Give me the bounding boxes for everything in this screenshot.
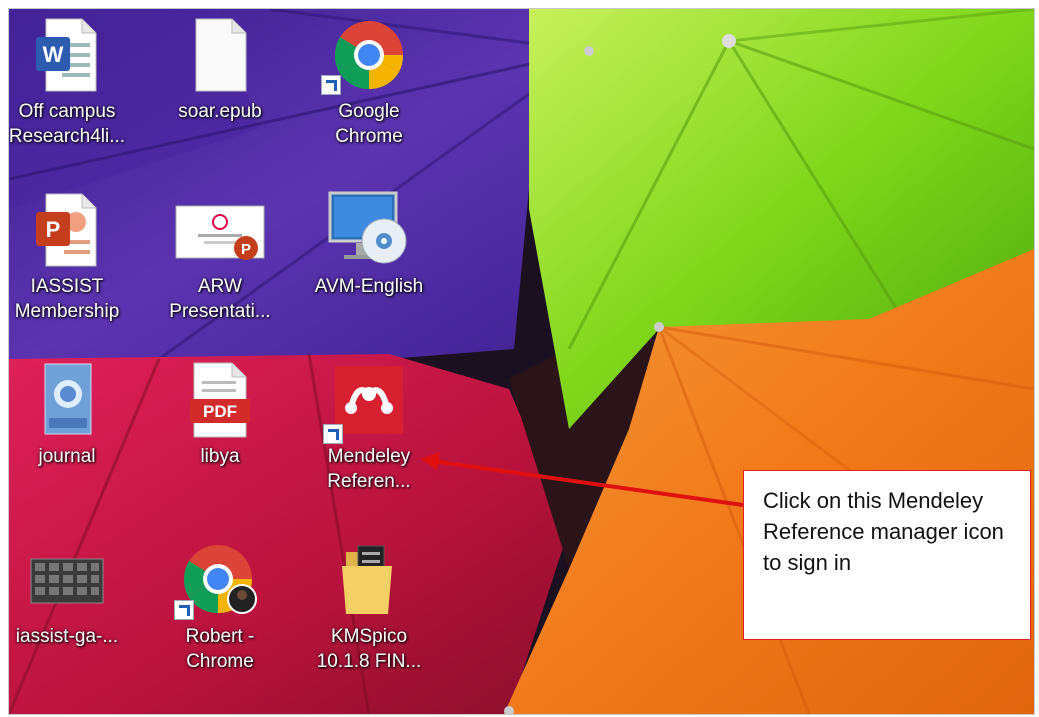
icon-label: libya bbox=[200, 446, 240, 467]
shortcut-arrow-icon bbox=[321, 75, 341, 95]
desktop-icon-journal[interactable]: journal bbox=[9, 354, 135, 504]
powerpoint-document-icon: P bbox=[9, 184, 135, 276]
callout-text: Click on this Mendeley Reference manager… bbox=[763, 488, 1004, 575]
pdf-document-icon: PDF bbox=[152, 354, 288, 446]
desktop-icon-libya[interactable]: PDF libya bbox=[152, 354, 288, 504]
shortcut-arrow-icon bbox=[174, 600, 194, 620]
image-thumbnail-icon bbox=[9, 534, 135, 626]
svg-text:W: W bbox=[43, 42, 64, 67]
icon-label: Off campus Research4li... bbox=[8, 101, 126, 147]
powerpoint-slide-thumbnail-icon: P bbox=[152, 184, 288, 276]
blank-file-icon bbox=[152, 9, 288, 101]
folder-icon bbox=[301, 534, 437, 626]
instruction-callout: Click on this Mendeley Reference manager… bbox=[743, 470, 1031, 640]
icon-label: Robert - Chrome bbox=[185, 626, 255, 672]
icon-label: iassist-ga-... bbox=[15, 626, 119, 647]
icon-label: Mendeley Referen... bbox=[327, 446, 411, 492]
shortcut-arrow-icon bbox=[323, 424, 343, 444]
chrome-profile-icon bbox=[152, 534, 288, 626]
icon-label: journal bbox=[38, 446, 96, 467]
icon-label: IASSIST Membership bbox=[14, 276, 120, 322]
desktop-icon-google-chrome[interactable]: Google Chrome bbox=[301, 9, 437, 159]
desktop-icon-iassist[interactable]: P IASSIST Membership bbox=[9, 184, 135, 334]
image-thumbnail-icon bbox=[9, 354, 135, 446]
icon-label: Google Chrome bbox=[335, 101, 403, 147]
word-document-icon: W bbox=[9, 9, 135, 101]
desktop-icon-robert-chrome[interactable]: Robert - Chrome bbox=[152, 534, 288, 684]
icon-label: AVM-English bbox=[314, 276, 424, 297]
mendeley-icon bbox=[301, 354, 437, 446]
icon-label: KMSpico 10.1.8 FIN... bbox=[316, 626, 422, 672]
desktop-icon-soar[interactable]: soar.epub bbox=[152, 9, 288, 159]
desktop-icon-avm[interactable]: AVM-English bbox=[301, 184, 437, 334]
screenshot-frame: W Off campus Research4li... soar.epub Go… bbox=[0, 0, 1039, 717]
pdf-badge-text: PDF bbox=[203, 402, 237, 421]
icon-label: soar.epub bbox=[178, 101, 262, 122]
svg-text:P: P bbox=[241, 241, 251, 258]
icon-label: ARW Presentati... bbox=[169, 276, 271, 322]
desktop-icon-mendeley[interactable]: Mendeley Referen... bbox=[301, 354, 437, 504]
desktop-icon-off-campus[interactable]: W Off campus Research4li... bbox=[8, 9, 135, 159]
monitor-disc-icon bbox=[301, 184, 437, 276]
desktop-icon-iassist-ga[interactable]: iassist-ga-... bbox=[9, 534, 135, 684]
desktop-icon-kmspico[interactable]: KMSpico 10.1.8 FIN... bbox=[301, 534, 437, 684]
desktop-icon-arw[interactable]: P ARW Presentati... bbox=[152, 184, 288, 334]
svg-text:P: P bbox=[46, 217, 61, 242]
